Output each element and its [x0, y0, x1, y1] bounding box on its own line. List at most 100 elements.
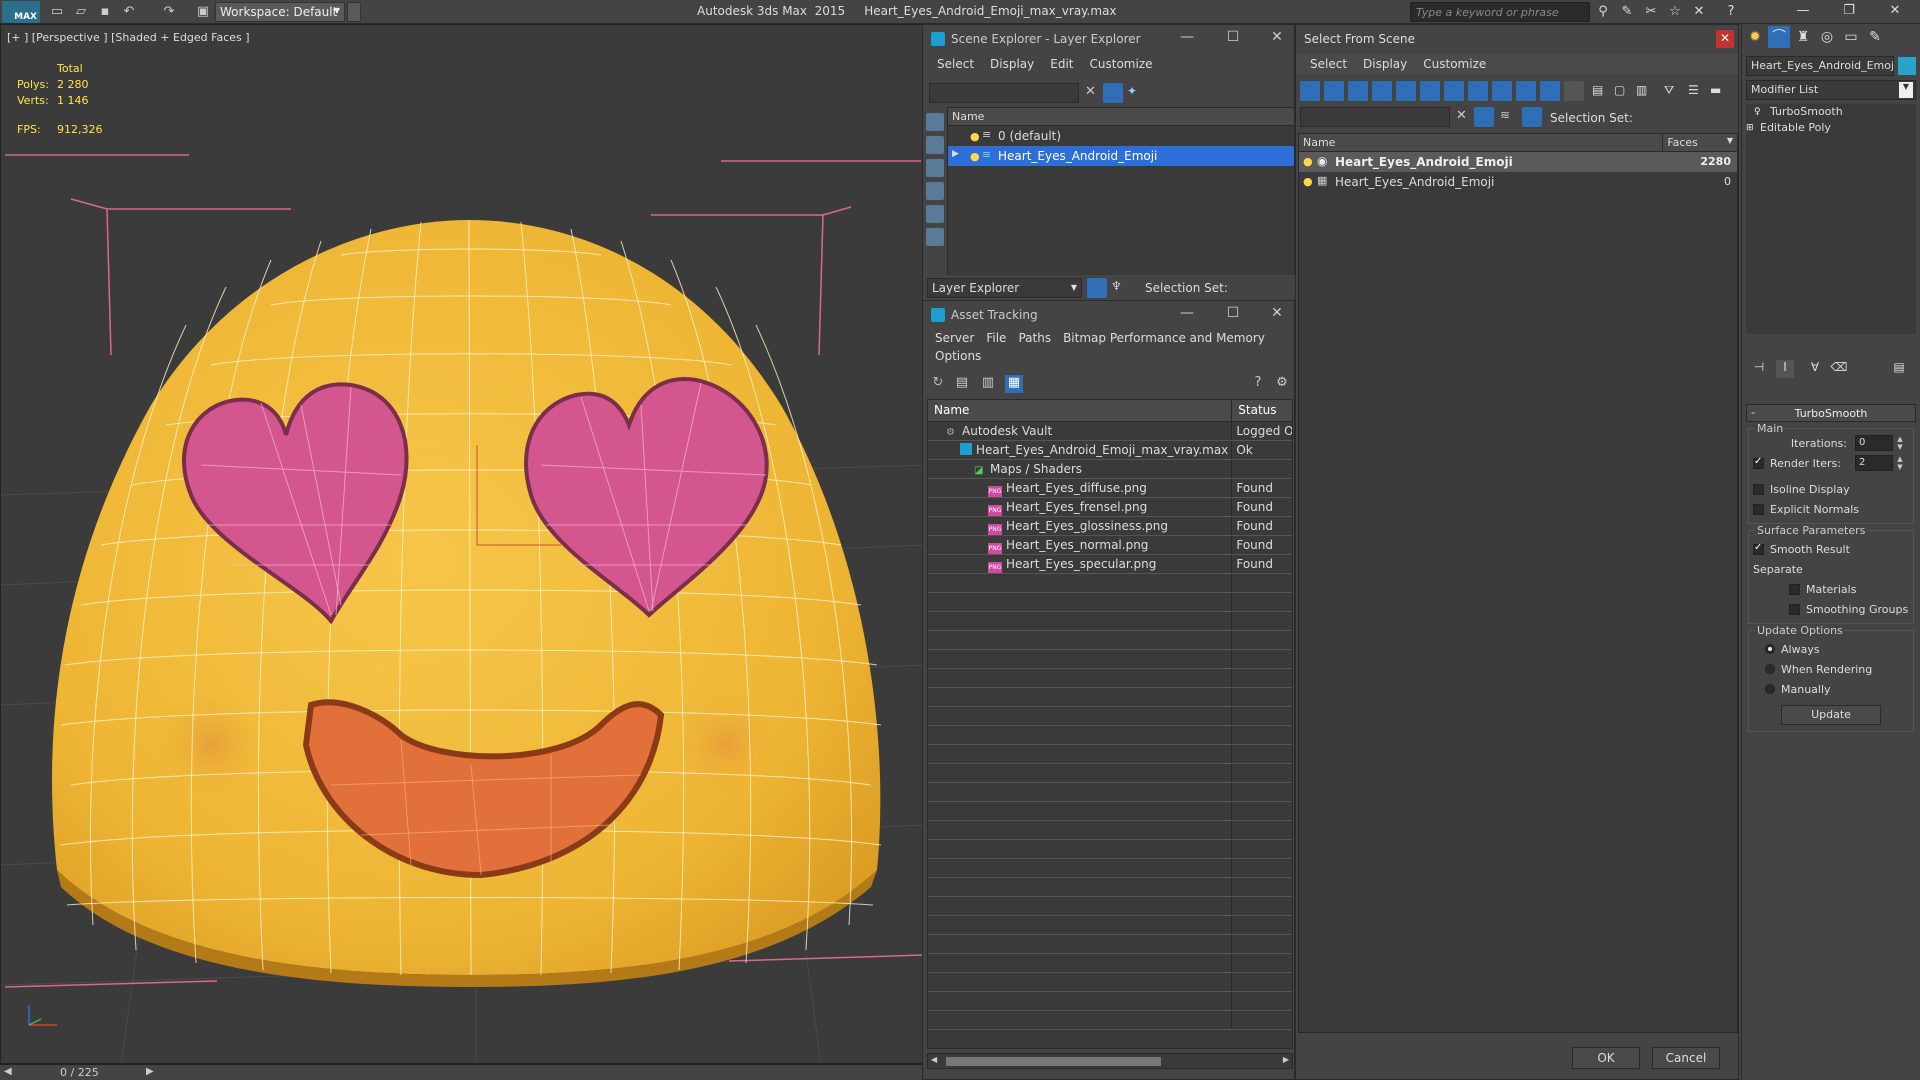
expand-icon[interactable]: ⊞ [1746, 123, 1756, 133]
viewport-label[interactable]: [+ ] [Perspective ] [Shaded + Edged Face… [7, 31, 250, 44]
star-icon[interactable]: ☆ [1666, 3, 1684, 21]
menu-file[interactable]: File [980, 329, 1012, 349]
ok-button[interactable]: OK [1572, 1047, 1640, 1069]
explicit-normals-checkbox[interactable] [1753, 503, 1764, 515]
close-icon[interactable]: ✕ [1267, 305, 1287, 321]
help-icon[interactable]: ? [1249, 375, 1267, 393]
menu-select[interactable]: Select [1302, 53, 1355, 75]
close-icon[interactable]: ✕ [1267, 29, 1287, 45]
asset-row[interactable]: Heart_Eyes_Android_Emoji_max_vray.max Ok [928, 441, 1292, 460]
column-name[interactable]: Name [928, 400, 1233, 421]
project-folder-icon[interactable]: ▣ [194, 3, 212, 21]
communication-icon[interactable]: ✕ [1690, 3, 1708, 21]
layer-tree-header[interactable]: Name [948, 108, 1294, 126]
display-geometry-icon[interactable] [1300, 81, 1320, 101]
spinner-arrows-icon[interactable]: ▲ ▼ [1895, 455, 1905, 471]
display-containers-icon[interactable] [1516, 81, 1536, 101]
settings-icon[interactable]: ⚙ [1273, 375, 1291, 393]
tools-icon[interactable]: ✎ [1618, 3, 1636, 21]
hierarchy-icon[interactable]: ♆ [1111, 279, 1122, 293]
light-bulb-icon[interactable]: ● [970, 150, 980, 163]
scene-explorer-titlebar[interactable]: Scene Explorer - Layer Explorer — ☐ ✕ [923, 25, 1294, 53]
display-groups-icon[interactable] [1444, 81, 1464, 101]
display-geometry-icon[interactable] [926, 113, 944, 131]
filter-icon[interactable]: ⛛ [1664, 83, 1674, 98]
subscription-icon[interactable]: ✂ [1642, 3, 1660, 21]
search-input[interactable]: Type a keyword or phrase [1410, 2, 1590, 22]
app-logo[interactable]: MAX [2, 1, 40, 23]
horizontal-scrollbar[interactable]: ◀ ▶ [927, 1053, 1293, 1069]
help-icon[interactable]: ? [1722, 3, 1740, 21]
select-all-icon[interactable]: ▤ [1592, 83, 1603, 97]
hierarchy-mode-icon[interactable] [1522, 107, 1542, 127]
object-name-field[interactable]: Heart_Eyes_Android_Emoji [1746, 56, 1894, 76]
utilities-tab-icon[interactable]: ✎ [1864, 26, 1886, 48]
menu-customize[interactable]: Customize [1415, 53, 1494, 75]
cancel-button[interactable]: Cancel [1652, 1047, 1720, 1069]
modifier-list-dropdown[interactable]: Modifier List ▼ [1746, 80, 1916, 100]
clear-search-icon[interactable]: ✕ [1085, 84, 1096, 99]
stack-item-turbosmooth[interactable]: ♀ TurboSmooth [1746, 104, 1916, 120]
stack-item-editable-poly[interactable]: ⊞ Editable Poly [1746, 120, 1916, 136]
manually-radio[interactable] [1765, 684, 1775, 694]
display-layers-icon[interactable] [926, 228, 944, 246]
maximize-icon[interactable]: ☐ [1223, 29, 1243, 45]
restore-window-button[interactable]: ❐ [1826, 0, 1872, 24]
menu-select[interactable]: Select [929, 53, 982, 75]
hierarchy-icon[interactable]: ☰ [1688, 83, 1699, 97]
render-iters-spinner[interactable]: 2 [1855, 455, 1893, 471]
workspace-dropdown[interactable]: Workspace: Default ▼ [215, 2, 345, 22]
time-slider-next-icon[interactable]: ▶ [146, 1066, 154, 1077]
light-bulb-icon[interactable]: ● [1303, 175, 1313, 188]
display-shapes-icon[interactable] [926, 136, 944, 154]
new-file-icon[interactable]: ▭ [48, 3, 66, 21]
asset-row[interactable]: PNG Heart_Eyes_diffuse.png Found [928, 479, 1292, 498]
modify-tab-icon[interactable]: ⌒ [1768, 26, 1790, 48]
asset-row[interactable]: PNG Heart_Eyes_frensel.png Found [928, 498, 1292, 517]
redo-icon[interactable]: ↷ [160, 3, 178, 21]
list-view-icon[interactable]: ▤ [953, 375, 971, 393]
asset-row[interactable]: PNG Heart_Eyes_specular.png Found [928, 555, 1292, 574]
save-file-icon[interactable]: ▪ [96, 3, 114, 21]
menu-display[interactable]: Display [1355, 53, 1415, 75]
display-all-icon[interactable] [1564, 81, 1584, 101]
column-faces[interactable]: Faces ▼ [1663, 134, 1737, 151]
binoculars-icon[interactable]: ⚲ [1594, 3, 1612, 21]
remove-modifier-icon[interactable]: ⌫ [1830, 360, 1848, 378]
perspective-viewport[interactable]: [+ ] [Perspective ] [Shaded + Edged Face… [0, 24, 924, 1064]
scrollbar-thumb[interactable] [946, 1057, 1161, 1066]
asset-row[interactable]: ⚙ Autodesk Vault Logged Out [928, 422, 1292, 441]
update-button[interactable]: Update [1781, 705, 1881, 725]
light-bulb-icon[interactable]: ♀ [1754, 107, 1764, 117]
workspace-menu-button[interactable] [347, 2, 361, 22]
filter-icon[interactable] [1103, 83, 1123, 103]
smoothing-groups-checkbox[interactable] [1789, 603, 1800, 615]
find-case-icon[interactable]: ✦ [1127, 84, 1137, 98]
time-slider-prev-icon[interactable]: ◀ [4, 1066, 12, 1077]
asset-row[interactable]: ◪ Maps / Shaders [928, 460, 1292, 479]
display-spacewarps-icon[interactable] [1420, 81, 1440, 101]
filter-toggle-icon[interactable] [1474, 107, 1494, 127]
scroll-left-icon[interactable]: ◀ [931, 1055, 937, 1064]
spinner-arrows-icon[interactable]: ▲ ▼ [1895, 435, 1905, 451]
pin-stack-icon[interactable]: ⊣ [1750, 360, 1768, 378]
display-shapes-icon[interactable] [1324, 81, 1344, 101]
when-rendering-radio[interactable] [1765, 664, 1775, 674]
menu-options[interactable]: Options [929, 347, 987, 365]
display-cameras-icon[interactable] [926, 182, 944, 200]
object-color-swatch[interactable] [1898, 57, 1916, 75]
display-lights-icon[interactable] [1348, 81, 1368, 101]
menu-customize[interactable]: Customize [1082, 53, 1161, 75]
iterations-spinner[interactable]: 0 [1855, 435, 1893, 451]
column-status[interactable]: Status [1232, 400, 1292, 421]
select-invert-icon[interactable]: ▥ [1636, 83, 1647, 97]
select-none-icon[interactable]: ▢ [1614, 83, 1625, 97]
rollout-header[interactable]: - TurboSmooth [1746, 404, 1916, 422]
create-tab-icon[interactable]: ✹ [1744, 26, 1766, 48]
sort-by-layer-icon[interactable] [1087, 278, 1107, 298]
select-from-scene-titlebar[interactable]: Select From Scene ✕ [1296, 25, 1738, 53]
scroll-right-icon[interactable]: ▶ [1283, 1055, 1289, 1064]
motion-tab-icon[interactable]: ◎ [1816, 26, 1838, 48]
asset-tracking-titlebar[interactable]: Asset Tracking — ☐ ✕ [923, 301, 1294, 329]
configure-sets-icon[interactable]: ▤ [1890, 360, 1908, 378]
